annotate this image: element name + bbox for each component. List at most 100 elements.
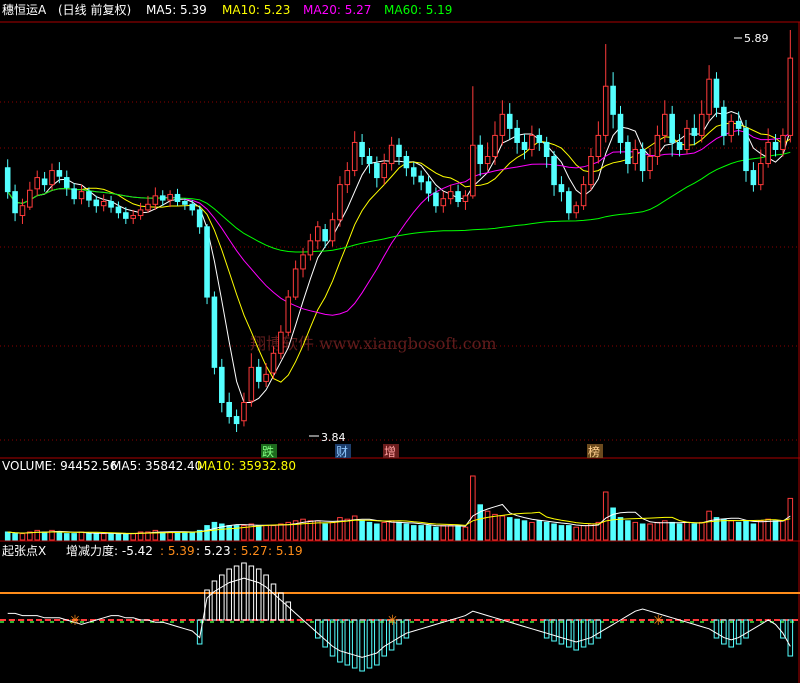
candle-body	[300, 254, 306, 270]
indicator-panel: ✳ ✳ ✳	[0, 562, 800, 672]
star-marker: ✳	[387, 613, 399, 629]
candle-body	[71, 188, 77, 200]
candle-body	[374, 163, 380, 179]
candle-body	[484, 156, 491, 165]
indicator-v2: : 5.23	[196, 544, 231, 558]
candle-body	[506, 113, 513, 129]
candle-body	[787, 57, 794, 136]
volume-bar	[447, 525, 454, 541]
candlesticks	[4, 30, 794, 432]
candle-body	[27, 189, 33, 208]
candle-body	[145, 203, 151, 211]
volume-bar	[226, 525, 232, 541]
indicator-bar	[721, 619, 727, 645]
volume-bar	[19, 533, 26, 541]
candle-body	[322, 229, 328, 242]
indicator-bar	[211, 580, 218, 621]
volume-bar	[580, 525, 587, 541]
indicator-force: 增减力度: -5.42	[66, 543, 153, 558]
period-label: (日线 前复权)	[58, 2, 131, 17]
volume-bar	[662, 520, 668, 541]
volume-bar	[86, 533, 92, 541]
volume-bar	[543, 521, 550, 541]
volume-bar	[418, 525, 424, 541]
indicator-bar	[314, 619, 321, 639]
candle-body	[86, 191, 92, 201]
volume-bar	[174, 531, 181, 541]
candle-body	[233, 416, 240, 425]
candle-body	[566, 191, 572, 214]
volume-bar	[440, 525, 447, 541]
volume-bar	[573, 526, 579, 541]
candle-body	[499, 113, 506, 136]
volume-bar	[182, 531, 188, 541]
indicator-bar	[226, 568, 232, 621]
star-marker: ✳	[69, 613, 81, 629]
candle-body	[536, 134, 543, 143]
volume-bar	[270, 525, 277, 541]
volume-bar	[425, 525, 432, 541]
volume-bar	[255, 525, 262, 541]
volume-bar	[691, 523, 698, 541]
candle-body	[529, 134, 535, 150]
candle-body	[314, 226, 321, 242]
candle-body	[514, 127, 520, 143]
candle-body	[196, 209, 203, 228]
indicator-line	[7, 577, 791, 658]
indicator-bar	[551, 619, 557, 642]
candle-body	[388, 144, 395, 165]
candle-body	[159, 195, 166, 201]
volume-bar	[536, 520, 543, 541]
candle-body	[735, 120, 742, 129]
volume-bar	[374, 523, 380, 541]
candle-body	[632, 148, 639, 165]
candle-body	[108, 200, 114, 208]
candle-body	[248, 366, 255, 402]
star-marker: ✳	[652, 613, 664, 629]
candle-body	[359, 141, 365, 158]
candle-body	[728, 120, 735, 136]
volume-bar	[588, 523, 594, 541]
volume-bar	[314, 520, 321, 541]
low-value: 3.84	[321, 431, 346, 444]
indicator-bar	[580, 619, 587, 648]
candle-body	[721, 106, 727, 136]
candle-body	[654, 134, 661, 158]
candle-body	[366, 156, 373, 165]
candle-body	[396, 144, 402, 158]
candle-body	[447, 191, 454, 200]
volume-bar	[93, 533, 100, 541]
marker-cai: 财	[336, 445, 348, 459]
indicator-name: 起张点X	[2, 544, 46, 558]
indicator-bar	[344, 619, 351, 666]
candle-body	[521, 141, 528, 150]
indicator-v1: : 5.39	[160, 544, 195, 558]
candle-body	[625, 141, 631, 165]
candle-body	[691, 127, 698, 136]
candle-body	[270, 352, 277, 374]
candle-body	[285, 296, 292, 333]
volume-bar	[63, 533, 70, 541]
candle-body	[63, 177, 70, 188]
candle-body	[455, 191, 461, 202]
candle-body	[462, 195, 469, 202]
candle-body	[492, 134, 498, 158]
volume-bar	[602, 491, 609, 541]
volume-bar	[566, 525, 572, 541]
volume-bar	[529, 521, 535, 541]
candle-body	[410, 167, 417, 177]
indicator-bar	[743, 619, 749, 639]
indicator-bar	[543, 619, 550, 639]
low-annotation: 3.84	[309, 431, 346, 444]
candle-body	[174, 193, 181, 202]
indicator-bar	[351, 619, 358, 669]
volume-bar	[735, 521, 742, 541]
volume-bar	[654, 521, 661, 541]
indicator-v4: : 5.19	[268, 544, 303, 558]
indicator-bar	[588, 619, 594, 645]
volume-bar	[56, 531, 63, 541]
volume-bar	[706, 510, 712, 541]
indicator-bar	[219, 574, 225, 621]
indicator-bar	[255, 568, 262, 621]
volume-bar	[772, 520, 779, 541]
